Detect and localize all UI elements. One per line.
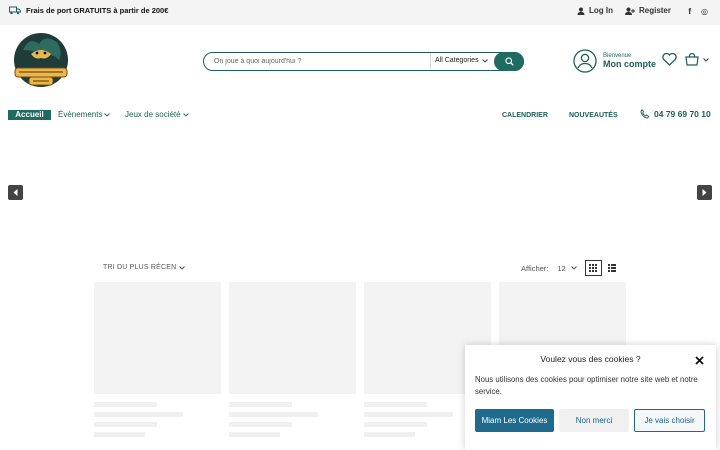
cookie-text: Nous utilisons des cookies pour optimise… xyxy=(475,375,698,396)
register-link[interactable]: Register xyxy=(624,6,671,15)
chevron-down-icon xyxy=(570,266,577,270)
login-label: Log In xyxy=(588,6,613,15)
instagram-icon[interactable]: ◎ xyxy=(701,7,708,16)
phone-number: 04 79 69 70 10 xyxy=(654,109,711,119)
caret-right-icon xyxy=(702,189,707,196)
shopping-bag-icon xyxy=(685,53,699,66)
grid-view-button[interactable] xyxy=(584,260,602,276)
text-placeholder xyxy=(364,432,415,437)
text-placeholder xyxy=(94,422,157,427)
per-page-select[interactable]: 12 xyxy=(557,263,577,273)
truck-icon xyxy=(9,6,21,15)
user-plus-icon xyxy=(624,7,635,15)
top-bar: Frais de port GRATUITS à partir de 200€ … xyxy=(0,0,720,25)
grid-icon xyxy=(589,264,598,272)
user-icon xyxy=(577,7,585,15)
account-link[interactable]: Bienvenue Mon compte xyxy=(573,49,656,73)
phone-icon xyxy=(640,109,650,119)
text-placeholder xyxy=(94,412,183,417)
choose-cookies-button[interactable]: Je vais choisir xyxy=(634,409,705,432)
search-bar: All Categories xyxy=(203,51,524,71)
nav-board-games[interactable]: Jeux de société xyxy=(125,110,189,119)
wishlist-heart-icon[interactable] xyxy=(662,53,677,66)
category-select[interactable]: All Categories xyxy=(430,53,488,69)
decline-cookies-button[interactable]: Non merci xyxy=(559,409,629,432)
sort-select[interactable]: TRI DU PLUS RÉCEN xyxy=(103,264,186,271)
text-placeholder xyxy=(229,422,292,427)
text-placeholder xyxy=(94,402,157,407)
text-placeholder xyxy=(94,432,145,437)
nav-board-games-label: Jeux de société xyxy=(125,110,181,119)
chevron-down-icon xyxy=(104,112,111,117)
chevron-down-icon xyxy=(179,265,186,270)
phone-link[interactable]: 04 79 69 70 10 xyxy=(640,109,711,119)
search-icon xyxy=(504,56,514,66)
per-page-value: 12 xyxy=(557,263,566,273)
nav-calendar[interactable]: CALENDRIER xyxy=(502,112,548,119)
site-header: All Categories Bienvenue Mon compte xyxy=(0,25,720,100)
product-image-placeholder xyxy=(229,282,356,394)
text-placeholder xyxy=(364,402,427,407)
slider-prev-button[interactable] xyxy=(8,185,23,200)
text-placeholder xyxy=(364,422,427,427)
search-button[interactable] xyxy=(494,51,524,71)
chevron-down-icon xyxy=(182,112,189,117)
cookie-title: Voulez vous des cookies ? xyxy=(540,354,641,364)
list-view-button[interactable] xyxy=(604,260,621,276)
nav-news[interactable]: NOUVEAUTÉS xyxy=(569,112,618,119)
search-input[interactable] xyxy=(214,55,424,68)
slider-next-button[interactable] xyxy=(697,185,712,200)
login-link[interactable]: Log In xyxy=(577,6,613,15)
sort-label: TRI DU PLUS RÉCEN xyxy=(103,264,177,271)
facebook-icon[interactable]: f xyxy=(688,7,691,16)
nav-events-label: Évènements xyxy=(58,110,103,119)
cookie-consent-dialog: Voulez vous des cookies ? Nous utilisons… xyxy=(465,345,716,450)
account-icon xyxy=(573,49,597,73)
site-logo[interactable] xyxy=(11,30,71,92)
product-card-placeholder xyxy=(94,282,221,437)
product-card-placeholder xyxy=(229,282,356,437)
main-nav: Accueil Évènements Jeux de société CALEN… xyxy=(0,108,720,123)
cart-button[interactable] xyxy=(685,53,709,66)
text-placeholder xyxy=(364,412,453,417)
product-image-placeholder xyxy=(94,282,221,394)
nav-home[interactable]: Accueil xyxy=(8,110,51,120)
chevron-down-icon xyxy=(703,57,709,62)
caret-left-icon xyxy=(13,189,18,196)
list-icon xyxy=(608,264,617,272)
text-placeholder xyxy=(229,432,280,437)
account-label: Mon compte xyxy=(603,59,656,69)
shipping-notice: Frais de port GRATUITS à partir de 200€ xyxy=(9,6,168,15)
nav-events[interactable]: Évènements xyxy=(58,110,111,119)
shipping-text: Frais de port GRATUITS à partir de 200€ xyxy=(26,6,169,15)
category-label: All Categories xyxy=(435,57,479,64)
show-label: Afficher: xyxy=(521,263,549,273)
register-label: Register xyxy=(638,6,671,15)
close-icon[interactable] xyxy=(695,356,704,365)
text-placeholder xyxy=(229,412,318,417)
accept-cookies-button[interactable]: Miam Les Cookies xyxy=(475,409,554,432)
chevron-down-icon xyxy=(481,59,488,63)
display-controls: Afficher: 12 xyxy=(521,260,621,276)
text-placeholder xyxy=(229,402,292,407)
